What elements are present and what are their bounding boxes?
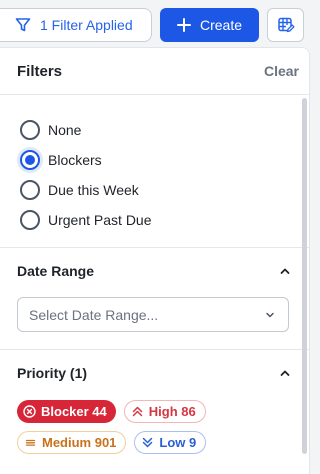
table-settings-button[interactable] [267,8,304,42]
x-circle-icon [23,405,36,418]
radio-button-selected[interactable] [20,150,40,170]
filters-panel: Filters Clear None Blockers Due this Wee… [0,47,310,474]
radio-option-blockers[interactable]: Blockers [0,145,309,175]
radio-option-none[interactable]: None [0,115,309,145]
create-button[interactable]: Create [160,8,259,42]
priority-title: Priority (1) [17,365,88,381]
chevron-up-icon[interactable] [279,367,291,379]
radio-label: Due this Week [48,182,139,198]
clear-filters-link[interactable]: Clear [264,63,299,79]
panel-scrollbar[interactable] [302,98,307,454]
chip-label: Blocker 44 [41,404,107,419]
priority-chip-blocker[interactable]: Blocker 44 [17,400,116,423]
chevron-up-icon[interactable] [279,265,291,277]
radio-label: Blockers [48,152,102,168]
date-range-placeholder: Select Date Range... [29,306,159,323]
chevron-down-icon [264,309,276,321]
radio-label: None [48,122,82,138]
filter-applied-label: 1 Filter Applied [40,17,133,33]
double-chevron-up-icon [131,405,144,418]
radio-option-due-this-week[interactable]: Due this Week [0,175,309,205]
table-edit-icon [277,16,295,34]
chip-label: High 86 [148,404,196,419]
priority-header[interactable]: Priority (1) [0,350,309,396]
radio-button[interactable] [20,180,40,200]
double-chevron-down-icon [141,436,154,449]
radio-button[interactable] [20,210,40,230]
date-range-select[interactable]: Select Date Range... [17,297,289,332]
priority-section: Priority (1) Blocker 44 High 86 Medium 9… [0,350,309,474]
filter-applied-button[interactable]: 1 Filter Applied [0,8,152,42]
plus-icon [176,18,191,32]
date-range-header[interactable]: Date Range [0,248,309,294]
quick-filter-group: None Blockers Due this Week Urgent Past … [0,95,309,248]
priority-chips: Blocker 44 High 86 Medium 901 Low 9 [0,396,309,454]
priority-chip-high[interactable]: High 86 [123,400,206,423]
date-range-title: Date Range [17,263,95,279]
priority-chip-medium[interactable]: Medium 901 [17,431,127,454]
date-range-section: Date Range Select Date Range... [0,248,309,350]
funnel-icon [14,16,32,34]
radio-button[interactable] [20,120,40,140]
create-label: Create [199,17,243,33]
priority-chip-low[interactable]: Low 9 [134,431,207,454]
filters-title: Filters [17,62,63,80]
radio-label: Urgent Past Due [48,212,152,228]
equals-icon [24,436,37,449]
chip-label: Medium 901 [42,435,117,450]
toolbar: 1 Filter Applied Create [0,0,313,48]
chip-label: Low 9 [159,435,197,450]
filters-header: Filters Clear [0,48,309,95]
radio-option-urgent-past-due[interactable]: Urgent Past Due [0,205,309,235]
